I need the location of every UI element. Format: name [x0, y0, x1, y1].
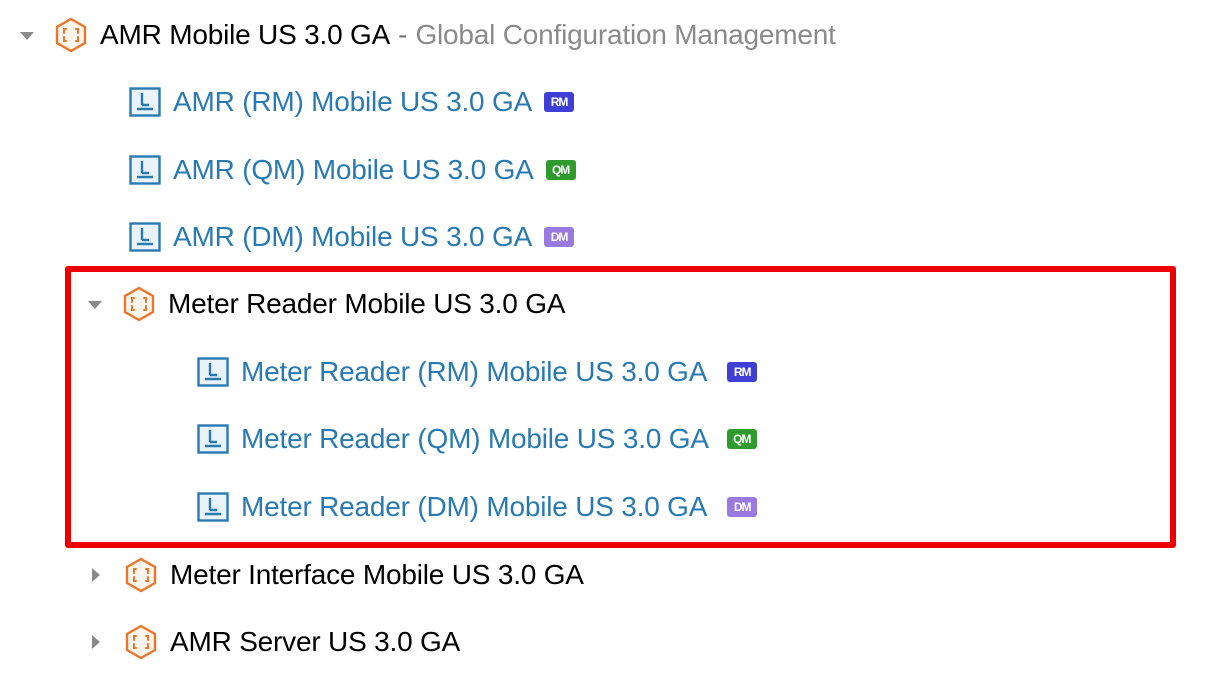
- qm-badge: QM: [726, 429, 757, 449]
- component-icon: [197, 424, 229, 454]
- expand-toggle-icon[interactable]: [20, 32, 34, 40]
- component-icon: [197, 492, 229, 522]
- meter-interface-config-name[interactable]: Meter Interface Mobile US 3.0 GA: [170, 559, 584, 591]
- tree-node-component[interactable]: Meter Reader (QM) Mobile US 3.0 GA QM: [197, 409, 757, 469]
- expand-toggle-icon[interactable]: [92, 568, 100, 582]
- tree-node-component[interactable]: AMR (RM) Mobile US 3.0 GA RM: [129, 72, 575, 132]
- dm-badge: DM: [544, 227, 575, 247]
- component-icon: [197, 357, 229, 387]
- rm-badge: RM: [544, 92, 575, 112]
- tree-node-amr-server[interactable]: AMR Server US 3.0 GA: [92, 612, 460, 672]
- meter-reader-config-name[interactable]: Meter Reader Mobile US 3.0 GA: [168, 288, 565, 320]
- component-link[interactable]: AMR (RM) Mobile US 3.0 GA: [173, 86, 532, 118]
- root-config-name[interactable]: AMR Mobile US 3.0 GA: [100, 19, 390, 51]
- qm-badge: QM: [545, 160, 576, 180]
- configuration-icon: [125, 557, 157, 593]
- component-icon: [129, 222, 161, 252]
- tree-node-component[interactable]: AMR (DM) Mobile US 3.0 GA DM: [129, 207, 575, 267]
- expand-toggle-icon[interactable]: [92, 635, 100, 649]
- tree-node-component[interactable]: Meter Reader (RM) Mobile US 3.0 GA RM: [197, 342, 758, 402]
- tree-node-component[interactable]: Meter Reader (DM) Mobile US 3.0 GA DM: [197, 477, 758, 537]
- component-link[interactable]: Meter Reader (QM) Mobile US 3.0 GA: [241, 423, 709, 455]
- component-link[interactable]: AMR (QM) Mobile US 3.0 GA: [173, 154, 534, 186]
- component-link[interactable]: Meter Reader (DM) Mobile US 3.0 GA: [241, 491, 707, 523]
- configuration-icon: [55, 17, 87, 53]
- expand-toggle-icon[interactable]: [88, 301, 102, 309]
- component-link[interactable]: Meter Reader (RM) Mobile US 3.0 GA: [241, 356, 707, 388]
- configuration-icon: [125, 624, 157, 660]
- rm-badge: RM: [727, 362, 758, 382]
- component-icon: [129, 87, 161, 117]
- component-link[interactable]: AMR (DM) Mobile US 3.0 GA: [173, 221, 532, 253]
- tree-node-component[interactable]: AMR (QM) Mobile US 3.0 GA QM: [129, 140, 576, 200]
- dm-badge: DM: [727, 497, 758, 517]
- tree-node-root[interactable]: AMR Mobile US 3.0 GA - Global Configurat…: [20, 5, 836, 65]
- configuration-icon: [123, 286, 155, 322]
- amr-server-config-name[interactable]: AMR Server US 3.0 GA: [170, 626, 460, 658]
- tree-node-meter-reader[interactable]: Meter Reader Mobile US 3.0 GA: [88, 274, 565, 334]
- component-icon: [129, 155, 161, 185]
- root-config-suffix: Global Configuration Management: [415, 19, 836, 50]
- tree-node-meter-interface[interactable]: Meter Interface Mobile US 3.0 GA: [92, 545, 584, 605]
- title-separator: -: [398, 19, 408, 50]
